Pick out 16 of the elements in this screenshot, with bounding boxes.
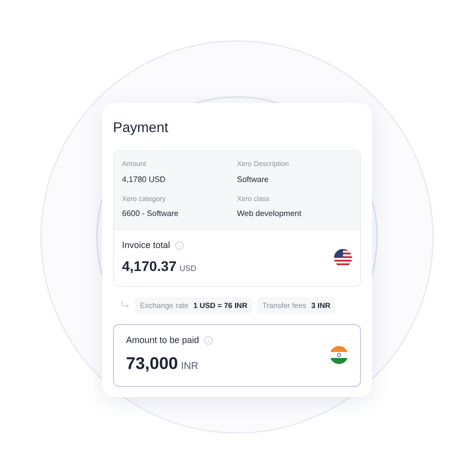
detail-value: 4,1780 USD bbox=[122, 174, 167, 186]
invoice-total-amount: 4,170.37 bbox=[122, 256, 176, 276]
currency-label: INR bbox=[181, 360, 198, 374]
amount-value: 73,000 bbox=[126, 353, 178, 376]
amount-label: Amount to be paid bbox=[126, 334, 200, 347]
detail-value: Web development bbox=[237, 208, 302, 220]
info-icon bbox=[204, 336, 214, 345]
flag-icon bbox=[334, 248, 352, 267]
detail-value: 6600 - Software bbox=[122, 208, 180, 220]
info-icon bbox=[175, 241, 184, 250]
arrow-icon bbox=[121, 301, 130, 310]
detail-value: Software bbox=[237, 174, 270, 186]
currency-label: USD bbox=[180, 262, 196, 274]
invoice-total-label: Invoice total bbox=[122, 239, 170, 252]
card-title: Payment bbox=[113, 118, 170, 137]
flag-icon bbox=[330, 346, 348, 364]
